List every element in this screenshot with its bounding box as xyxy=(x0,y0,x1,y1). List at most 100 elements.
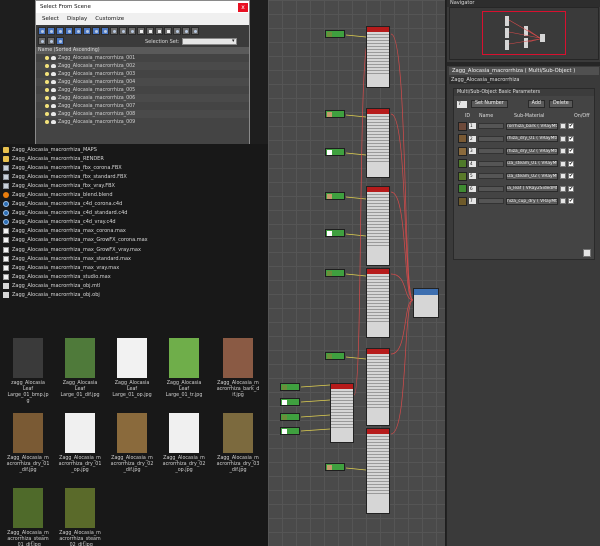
thumbnail[interactable]: zagg_Alocasia Leaf Large_01_bmp.jp g xyxy=(3,338,53,405)
slot-id[interactable]: 7 xyxy=(469,198,476,205)
material-swatch[interactable] xyxy=(458,159,467,169)
frozen-filter-icon[interactable] xyxy=(128,27,136,35)
lightbulb-icon[interactable] xyxy=(45,120,49,124)
slot-id[interactable]: 1 xyxy=(469,123,476,130)
file-item[interactable]: Zagg_Alocasia_macrorrhiza_RENDER xyxy=(0,154,268,163)
add-button[interactable]: Add xyxy=(527,100,545,108)
slot-enabled-checkbox[interactable]: ✔ xyxy=(568,173,574,180)
slot-name-field[interactable] xyxy=(478,135,504,142)
bitmap-node[interactable] xyxy=(325,148,345,156)
delete-button[interactable]: Delete xyxy=(548,100,573,108)
file-item[interactable]: Zagg_Alocasia_macrorrhiza_c4d_corona.c4d xyxy=(0,200,268,209)
material-name-field[interactable]: Zagg_Alocasia_macrorrhiza xyxy=(449,77,519,84)
node-port[interactable] xyxy=(331,425,353,428)
cameras-filter-icon[interactable] xyxy=(65,27,73,35)
list-item[interactable]: Zagg_Alocasia_macrorrhiza_001 xyxy=(36,54,249,62)
slot-enabled-checkbox[interactable]: ✔ xyxy=(568,123,574,130)
file-item[interactable]: Zagg_Alocasia_macrorrhiza_obj.obj xyxy=(0,291,268,300)
slate-node-view[interactable] xyxy=(268,0,445,546)
node-port[interactable] xyxy=(367,71,389,74)
vray-material-node[interactable] xyxy=(366,108,390,178)
submaterial-button[interactable]: rhiza_dry_02 ( VRayMtl ) xyxy=(506,147,558,155)
close-button[interactable]: x xyxy=(238,2,248,12)
slot-color[interactable] xyxy=(560,123,566,130)
bitmap-node[interactable] xyxy=(280,427,300,435)
file-item[interactable]: Zagg_Alocasia_macrorrhiza_studio.max xyxy=(0,272,268,281)
geometry-filter-icon[interactable] xyxy=(38,27,46,35)
submaterial-button[interactable]: rhiza_dry_01 ( VRayMtl ) xyxy=(506,135,558,143)
lightbulb-icon[interactable] xyxy=(45,56,49,60)
material-swatch[interactable] xyxy=(458,121,467,131)
shapes-filter-icon[interactable] xyxy=(47,27,55,35)
dialog-titlebar[interactable]: Select From Scene x xyxy=(36,1,249,13)
filter-funnel-icon[interactable] xyxy=(173,27,181,35)
sort-icon[interactable] xyxy=(164,27,172,35)
node-port[interactable] xyxy=(367,405,389,408)
slot-color[interactable] xyxy=(560,185,566,192)
slot-name-field[interactable] xyxy=(478,160,504,167)
slot-enabled-checkbox[interactable]: ✔ xyxy=(568,135,574,142)
lightbulb-icon[interactable] xyxy=(45,112,49,116)
col-id[interactable]: ID xyxy=(465,114,479,119)
list-item[interactable]: Zagg_Alocasia_macrorrhiza_009 xyxy=(36,118,249,126)
list-item[interactable]: Zagg_Alocasia_macrorrhiza_008 xyxy=(36,110,249,118)
slot-enabled-checkbox[interactable]: ✔ xyxy=(568,198,574,205)
node-port[interactable] xyxy=(367,159,389,162)
file-item[interactable]: Zagg_Alocasia_macrorrhiza_max_GrowFX_vra… xyxy=(0,245,268,254)
file-item[interactable]: Zagg_Alocasia_macrorrhiza_MAPS xyxy=(0,145,268,154)
list-column-header[interactable]: Name (Sorted Ascending) xyxy=(36,47,249,54)
list-item[interactable]: Zagg_Alocasia_macrorrhiza_007 xyxy=(36,102,249,110)
vray-material-node[interactable] xyxy=(366,26,390,88)
helpers-filter-icon[interactable] xyxy=(74,27,82,35)
bitmap-node[interactable] xyxy=(280,398,300,406)
slot-color[interactable] xyxy=(560,198,566,205)
slot-id[interactable]: 5 xyxy=(469,173,476,180)
slot-name-field[interactable] xyxy=(478,185,504,192)
slot-name-field[interactable] xyxy=(478,173,504,180)
lightbulb-icon[interactable] xyxy=(45,80,49,84)
slot-color[interactable] xyxy=(560,160,566,167)
slot-enabled-checkbox[interactable]: ✔ xyxy=(568,185,574,192)
thumbnail[interactable]: Zagg_Alocasia_m acrorrhiza_dry_01 _dif.jpg xyxy=(3,413,53,474)
spacewarps-filter-icon[interactable] xyxy=(83,27,91,35)
slot-color[interactable] xyxy=(560,173,566,180)
thumbnail[interactable]: Zagg_Alocasia_m acrorrhiza_dry_01 _op.jpg xyxy=(55,413,105,474)
slot-name-field[interactable] xyxy=(478,123,504,130)
bones-filter-icon[interactable] xyxy=(110,27,118,35)
vray-material-node[interactable] xyxy=(366,186,390,266)
list-item[interactable]: Zagg_Alocasia_macrorrhiza_005 xyxy=(36,86,249,94)
node-port[interactable] xyxy=(367,491,389,494)
rollout-title[interactable]: Multi/Sub-Object Basic Parameters xyxy=(454,89,594,96)
thumbnail[interactable]: Zagg_Alocasia Leaf Large_01_dif.jpg xyxy=(55,338,105,399)
vray-material-node[interactable] xyxy=(366,268,390,338)
node-header[interactable] xyxy=(414,289,438,295)
node-port[interactable] xyxy=(367,319,389,322)
thumbnail[interactable]: Zagg_Alocasia Leaf Large_01_op.jpg xyxy=(107,338,157,399)
navigator-viewport-frame[interactable] xyxy=(482,11,566,55)
submaterial-button[interactable]: iza_steam_02 ( VRayMtl ) xyxy=(506,172,558,180)
thumbnail[interactable]: Zagg_Alocasia_m acrorrhiza_steam _01_dif.j… xyxy=(3,488,53,546)
slot-enabled-checkbox[interactable]: ✔ xyxy=(568,148,574,155)
lights-filter-icon[interactable] xyxy=(56,27,64,35)
lightbulb-icon[interactable] xyxy=(45,104,49,108)
selection-set-dropdown[interactable] xyxy=(181,38,237,45)
thumbnail[interactable]: Zagg_Alocasia_m acrorrhiza_steam _02_dif.j… xyxy=(55,488,105,546)
bitmap-node[interactable] xyxy=(325,269,345,277)
list-item[interactable]: Zagg_Alocasia_macrorrhiza_002 xyxy=(36,62,249,70)
col-name[interactable]: Name xyxy=(479,114,514,119)
thumbnail[interactable]: Zagg_Alocasia_m acrorrhiza_bark_d if.jpg xyxy=(213,338,263,399)
material-swatch[interactable] xyxy=(458,171,467,181)
list-item[interactable]: Zagg_Alocasia_macrorrhiza_006 xyxy=(36,94,249,102)
bitmap-node[interactable] xyxy=(325,192,345,200)
lightbulb-icon[interactable] xyxy=(45,96,49,100)
file-item[interactable]: Zagg_Alocasia_macrorrhiza_fbx_corona.FBX xyxy=(0,163,268,172)
file-item[interactable]: Zagg_Alocasia_macrorrhiza_c4d_standard.c… xyxy=(0,209,268,218)
vray-material-node[interactable] xyxy=(366,348,390,426)
selection-lock-icon[interactable] xyxy=(47,37,55,45)
bitmap-node[interactable] xyxy=(325,30,345,38)
settings-icon[interactable] xyxy=(191,27,199,35)
filter-options-icon[interactable] xyxy=(182,27,190,35)
menu-select[interactable]: Select xyxy=(42,16,59,22)
submaterial-button[interactable]: iza_steam_01 ( VRayMtl ) xyxy=(506,160,558,168)
containers-filter-icon[interactable] xyxy=(119,27,127,35)
